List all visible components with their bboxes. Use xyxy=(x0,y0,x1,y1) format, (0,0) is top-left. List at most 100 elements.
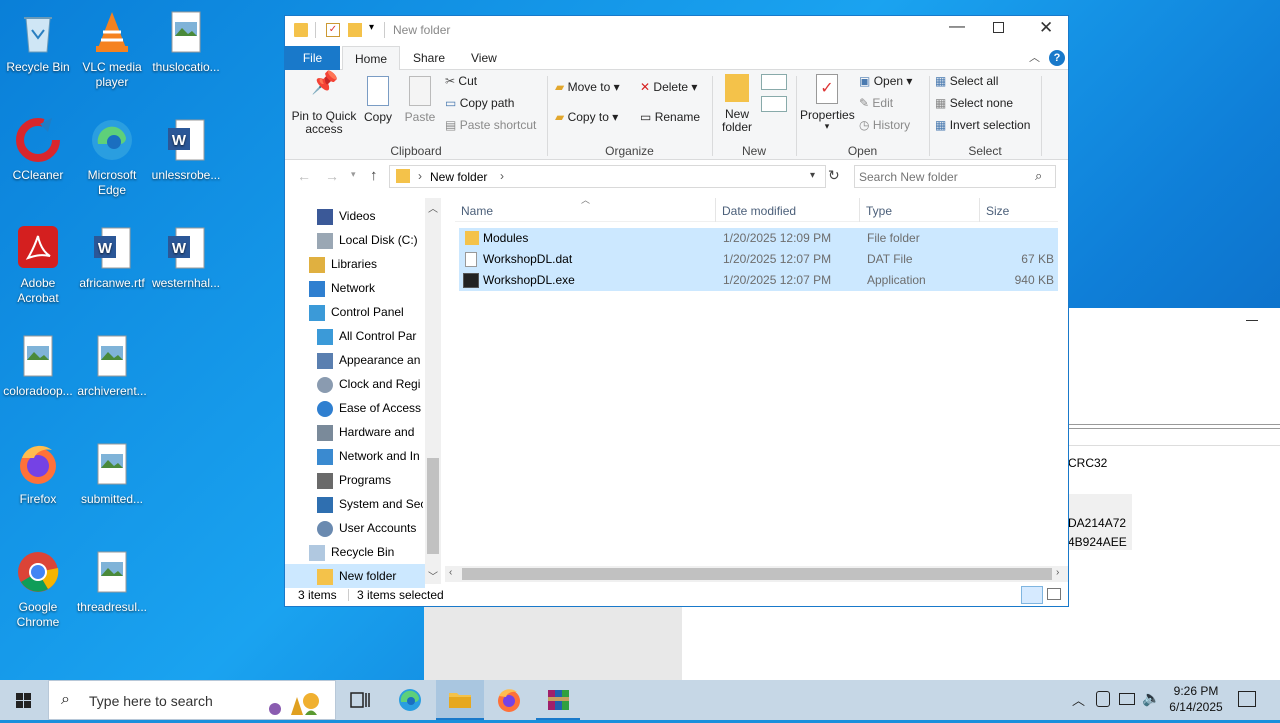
tab-share[interactable]: Share xyxy=(401,46,457,70)
tab-view[interactable]: View xyxy=(459,46,509,70)
clock[interactable]: 9:26 PM 6/14/2025 xyxy=(1162,683,1230,715)
properties-button[interactable]: ✓ Properties ▾ xyxy=(800,74,855,131)
horizontal-scrollbar[interactable]: ‹ › xyxy=(445,566,1068,582)
select-all-button[interactable]: ▦ Select all xyxy=(935,74,998,88)
nav-item-system-security[interactable]: System and Sec xyxy=(317,492,423,516)
collapse-ribbon-icon[interactable]: ︿ xyxy=(1029,49,1040,65)
minimize-icon[interactable] xyxy=(1246,320,1258,321)
scroll-up-icon[interactable]: ︿ xyxy=(428,200,438,215)
search-input[interactable] xyxy=(859,168,1029,185)
rename-button[interactable]: ▭ Rename xyxy=(640,110,700,124)
desktop-icon-archiverent[interactable]: archiverent... xyxy=(74,332,150,399)
maximize-button[interactable] xyxy=(993,22,1004,33)
column-date-modified[interactable]: Date modified xyxy=(722,204,796,218)
desktop-icon-vlc[interactable]: VLC media player xyxy=(74,8,150,90)
scrollbar-thumb[interactable] xyxy=(462,568,1052,580)
new-item-icon[interactable] xyxy=(761,74,787,90)
properties-qat-icon[interactable]: ✓ xyxy=(326,23,340,37)
copy-to-button[interactable]: ▰ Copy to ▾ xyxy=(555,110,618,124)
cut-button[interactable]: ✂ Cut xyxy=(445,74,477,88)
pin-quick-access-button[interactable]: 📌 Pin to Quick access xyxy=(291,72,357,136)
paste-button[interactable]: Paste xyxy=(403,76,437,124)
refresh-icon[interactable]: ↻ xyxy=(828,167,840,184)
column-name[interactable]: Name xyxy=(461,204,493,218)
breadcrumb-current[interactable]: New folder xyxy=(430,170,487,184)
notifications-icon[interactable] xyxy=(1238,691,1256,707)
nav-item-appearance[interactable]: Appearance an xyxy=(317,348,423,372)
help-icon[interactable]: ? xyxy=(1049,50,1065,66)
delete-button[interactable]: ✕ Delete ▾ xyxy=(640,80,697,94)
details-view-icon[interactable] xyxy=(1021,586,1043,604)
copy-path-button[interactable]: ▭ Copy path xyxy=(445,96,514,110)
taskbar-edge[interactable] xyxy=(388,680,432,720)
recent-locations-icon[interactable]: ▾ xyxy=(351,169,356,180)
new-folder-qat-icon[interactable] xyxy=(348,23,362,37)
file-row[interactable]: Modules 1/20/2025 12:09 PM File folder xyxy=(459,228,1058,249)
history-button[interactable]: ◷ History xyxy=(859,118,910,132)
desktop-icon-submitted[interactable]: submitted... xyxy=(74,440,150,507)
tab-file[interactable]: File xyxy=(285,46,340,70)
title-bar[interactable]: ✓ ▾ New folder — ✕ xyxy=(285,16,1068,46)
column-size[interactable]: Size xyxy=(986,204,1009,218)
desktop-icon-threadresul[interactable]: threadresul... xyxy=(74,548,150,615)
search-box[interactable]: ⌕ xyxy=(854,165,1056,188)
task-view-button[interactable] xyxy=(338,680,382,720)
large-icons-view-icon[interactable] xyxy=(1047,588,1061,600)
address-dropdown-icon[interactable]: ▾ xyxy=(810,170,815,181)
open-button[interactable]: ▣ Open ▾ xyxy=(859,74,912,88)
nav-item-programs[interactable]: Programs xyxy=(317,468,423,492)
desktop-icon-acrobat[interactable]: Adobe Acrobat xyxy=(0,224,76,306)
taskbar-firefox[interactable] xyxy=(486,680,532,720)
desktop-icon-thuslocation[interactable]: thuslocatio... xyxy=(148,8,224,75)
desktop-icon-coloradoop[interactable]: coloradoop... xyxy=(0,332,76,399)
device-icon[interactable] xyxy=(1096,691,1110,707)
scroll-left-icon[interactable]: ‹ xyxy=(449,567,452,578)
nav-item-all-control-panel[interactable]: All Control Par xyxy=(317,324,423,348)
nav-item-network-internet[interactable]: Network and In xyxy=(317,444,423,468)
start-button[interactable] xyxy=(0,680,48,720)
close-button[interactable]: ✕ xyxy=(1039,18,1053,38)
back-icon[interactable]: ← xyxy=(297,168,311,184)
scrollbar-thumb[interactable] xyxy=(427,458,439,554)
taskbar-winrar[interactable] xyxy=(536,680,580,720)
nav-item-clock-region[interactable]: Clock and Regi xyxy=(317,372,423,396)
desktop-icon-westernhal[interactable]: W westernhal... xyxy=(148,224,224,291)
navigation-pane[interactable]: Videos Local Disk (C:) Libraries Network… xyxy=(285,204,441,588)
breadcrumb-chevron-icon[interactable]: › xyxy=(500,169,504,183)
minimize-button[interactable]: — xyxy=(949,18,965,36)
file-row[interactable]: WorkshopDL.dat 1/20/2025 12:07 PM DAT Fi… xyxy=(459,249,1058,270)
new-folder-button[interactable]: New folder xyxy=(718,74,756,134)
scroll-down-icon[interactable]: ﹀ xyxy=(428,568,438,583)
easy-access-icon[interactable] xyxy=(761,96,787,112)
qat-dropdown-icon[interactable]: ▾ xyxy=(369,22,374,33)
paste-shortcut-button[interactable]: ▤ Paste shortcut xyxy=(445,118,536,132)
desktop-icon-firefox[interactable]: Firefox xyxy=(0,440,76,507)
desktop-icon-africanwe[interactable]: W africanwe.rtf xyxy=(74,224,150,291)
tab-home[interactable]: Home xyxy=(342,46,401,70)
file-row[interactable]: WorkshopDL.exe 1/20/2025 12:07 PM Applic… xyxy=(459,270,1058,291)
edit-button[interactable]: ✎ Edit xyxy=(859,96,893,110)
scroll-right-icon[interactable]: › xyxy=(1056,567,1059,578)
desktop-icon-recycle-bin[interactable]: Recycle Bin xyxy=(0,8,76,75)
address-bar[interactable]: › New folder › ▾ xyxy=(389,165,826,188)
select-none-button[interactable]: ▦ Select none xyxy=(935,96,1013,110)
desktop-icon-chrome[interactable]: Google Chrome xyxy=(0,548,76,630)
desktop-icon-unlessrobe[interactable]: W unlessrobe... xyxy=(148,116,224,183)
desktop-icon-edge[interactable]: Microsoft Edge xyxy=(74,116,150,198)
taskbar-file-explorer[interactable] xyxy=(436,680,484,720)
copy-button[interactable]: Copy xyxy=(363,76,393,124)
taskbar-search[interactable]: ⌕ Type here to search xyxy=(48,680,336,720)
file-explorer-window[interactable]: ✓ ▾ New folder — ✕ File Home Share View … xyxy=(284,15,1069,607)
up-icon[interactable]: ↑ xyxy=(370,167,378,184)
column-type[interactable]: Type xyxy=(866,204,892,218)
nav-item-user-accounts[interactable]: User Accounts xyxy=(317,516,423,540)
invert-selection-button[interactable]: ▦ Invert selection xyxy=(935,118,1030,132)
nav-item-hardware[interactable]: Hardware and xyxy=(317,420,423,444)
volume-icon[interactable]: 🔈 xyxy=(1142,689,1161,707)
nav-scrollbar[interactable]: ︿ ﹀ xyxy=(425,198,441,584)
nav-item-ease-of-access[interactable]: Ease of Access xyxy=(317,396,423,420)
desktop-icon-ccleaner[interactable]: CCleaner xyxy=(0,116,76,183)
move-to-button[interactable]: ▰ Move to ▾ xyxy=(555,80,620,94)
forward-icon[interactable]: → xyxy=(325,168,339,184)
network-icon[interactable] xyxy=(1119,693,1135,705)
